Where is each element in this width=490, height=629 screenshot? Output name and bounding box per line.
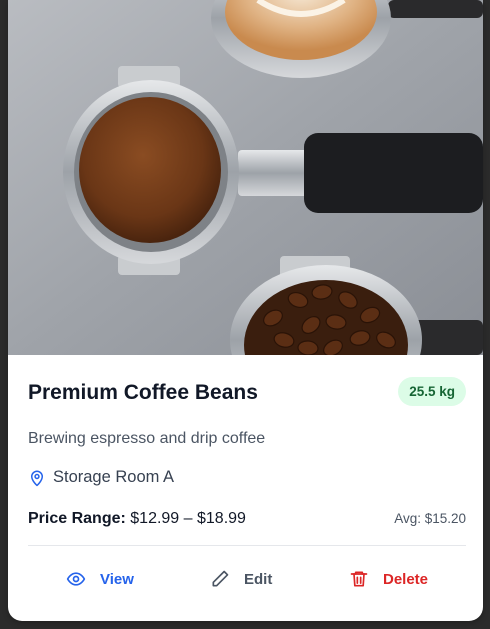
- location-pin-icon: [31, 470, 43, 486]
- edit-label: Edit: [244, 570, 273, 588]
- view-button[interactable]: View: [66, 569, 134, 589]
- product-title: Premium Coffee Beans: [28, 381, 258, 404]
- location: Storage Room A: [28, 468, 174, 487]
- quantity-badge: 25.5 kg: [398, 377, 466, 406]
- delete-button[interactable]: Delete: [349, 569, 428, 589]
- delete-label: Delete: [383, 570, 429, 588]
- price-range: Price Range: $12.99 – $18.99: [28, 510, 246, 528]
- eye-icon: [66, 572, 86, 586]
- pencil-icon: [212, 570, 229, 587]
- edit-button[interactable]: Edit: [210, 569, 272, 589]
- product-image: [8, 0, 483, 355]
- divider: [28, 545, 466, 546]
- trash-icon: [350, 571, 368, 587]
- card-actions: View Edit Delete: [8, 569, 483, 595]
- price-range-value: $12.99 – $18.99: [130, 510, 246, 527]
- product-card: Premium Coffee Beans 25.5 kg Brewing esp…: [8, 0, 483, 621]
- price-range-label: Price Range:: [28, 510, 126, 527]
- location-label: Storage Room A: [53, 468, 175, 486]
- average-price: Avg: $15.20: [394, 511, 466, 526]
- card-body: Premium Coffee Beans 25.5 kg Brewing esp…: [8, 355, 483, 621]
- product-description: Brewing espresso and drip coffee: [28, 430, 266, 447]
- view-label: View: [100, 570, 134, 588]
